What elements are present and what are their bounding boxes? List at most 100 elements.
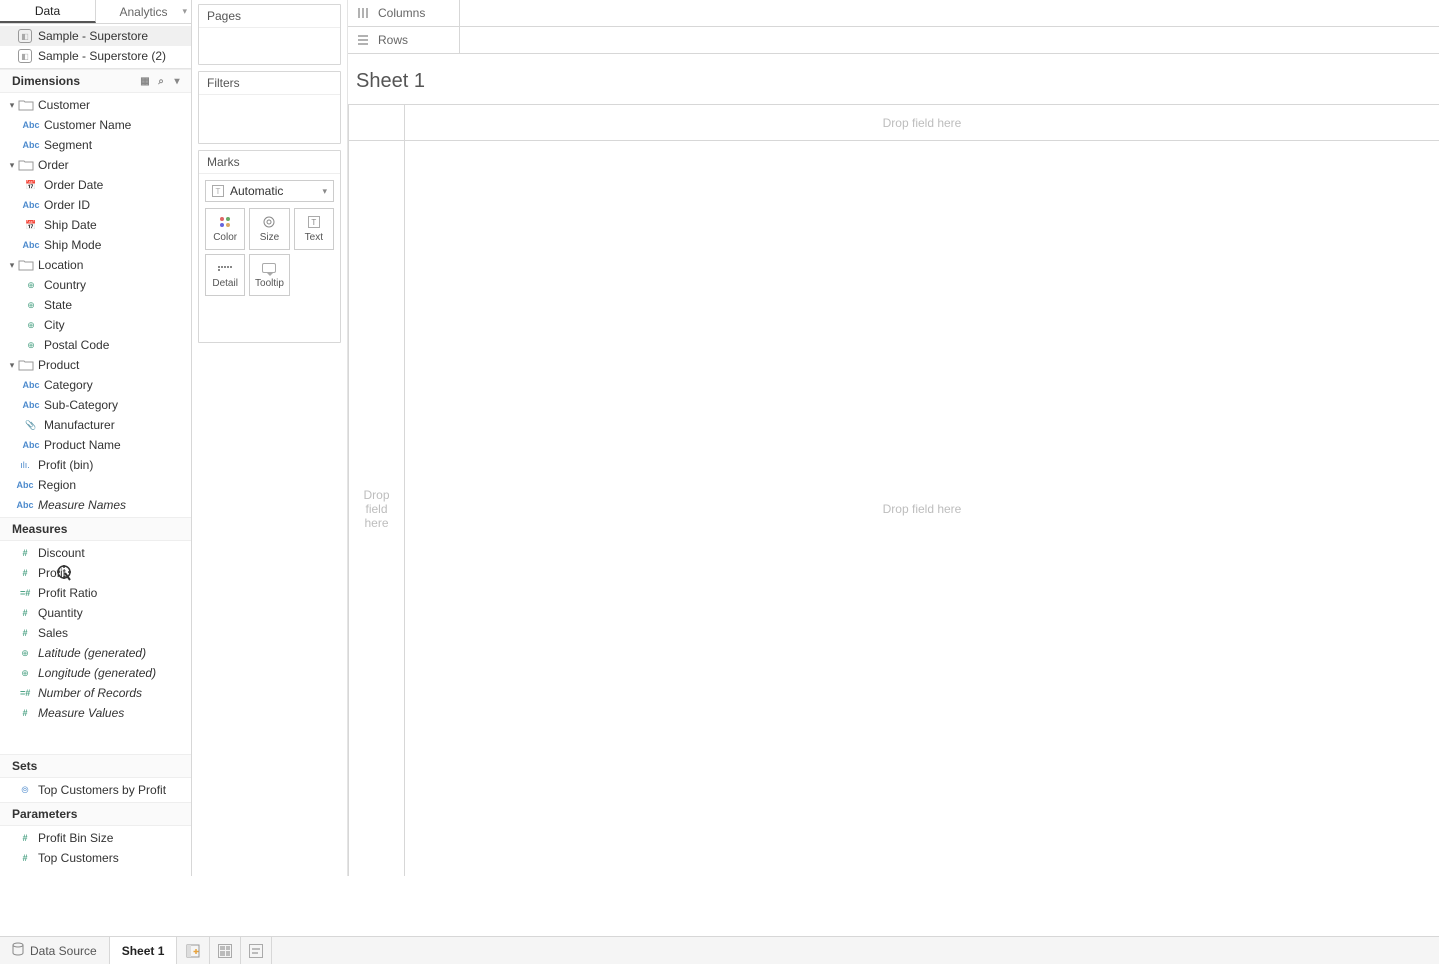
filters-card[interactable]: Filters bbox=[198, 71, 341, 144]
tab-data[interactable]: Data bbox=[0, 0, 96, 23]
field-label: City bbox=[44, 318, 65, 332]
chevron-down-icon[interactable]: ▾ bbox=[169, 76, 185, 87]
field-postal-code[interactable]: ⊕Postal Code bbox=[0, 335, 191, 355]
datasource-item[interactable]: ◧ Sample - Superstore (2) bbox=[0, 46, 191, 66]
abc-icon: Abc bbox=[18, 400, 44, 410]
field-profit-bin[interactable]: ılı.Profit (bin) bbox=[0, 455, 191, 475]
view-row-header-drop[interactable]: Drop field here bbox=[349, 141, 405, 876]
marks-detail-button[interactable]: Detail bbox=[205, 254, 245, 296]
new-story-button[interactable] bbox=[241, 937, 272, 964]
folder-location[interactable]: ▾ Location bbox=[0, 255, 191, 275]
datasource-item[interactable]: ◧ Sample - Superstore bbox=[0, 26, 191, 46]
new-worksheet-icon bbox=[185, 943, 201, 959]
marks-type-dropdown[interactable]: T Automatic ▾ bbox=[205, 180, 334, 202]
tab-sheet-1-label: Sheet 1 bbox=[122, 944, 165, 958]
filters-drop[interactable] bbox=[199, 95, 340, 143]
collapse-icon[interactable]: ▾ bbox=[6, 360, 18, 371]
abc-icon: Abc bbox=[12, 500, 38, 510]
field-profit-ratio[interactable]: =#Profit Ratio bbox=[0, 583, 191, 603]
field-label: Ship Date bbox=[44, 218, 97, 232]
field-state[interactable]: ⊕State bbox=[0, 295, 191, 315]
folder-label: Customer bbox=[38, 98, 90, 112]
sheet-title[interactable]: Sheet 1 bbox=[356, 70, 425, 93]
view-column-header-drop[interactable]: Drop field here bbox=[405, 105, 1439, 141]
rows-shelf-handle: Rows bbox=[348, 27, 460, 53]
field-country[interactable]: ⊕Country bbox=[0, 275, 191, 295]
field-category[interactable]: AbcCategory bbox=[0, 375, 191, 395]
field-top-customers-by-profit[interactable]: ⦾Top Customers by Profit bbox=[0, 780, 191, 800]
number-calc-icon: =# bbox=[12, 588, 38, 598]
measures-header: Measures bbox=[0, 517, 191, 541]
marks-color-label: Color bbox=[213, 232, 237, 243]
field-latitude[interactable]: ⊕Latitude (generated) bbox=[0, 643, 191, 663]
columns-shelf[interactable]: Columns bbox=[348, 0, 1439, 27]
view-grid-icon[interactable]: ▦ bbox=[137, 76, 153, 87]
color-icon bbox=[218, 215, 232, 229]
field-order-date[interactable]: 📅Order Date bbox=[0, 175, 191, 195]
field-product-name[interactable]: AbcProduct Name bbox=[0, 435, 191, 455]
rows-shelf[interactable]: Rows bbox=[348, 26, 1439, 54]
field-ship-date[interactable]: 📅Ship Date bbox=[0, 215, 191, 235]
field-manufacturer[interactable]: 📎Manufacturer bbox=[0, 415, 191, 435]
folder-order[interactable]: ▾ Order bbox=[0, 155, 191, 175]
field-ship-mode[interactable]: AbcShip Mode bbox=[0, 235, 191, 255]
field-label: Ship Mode bbox=[44, 238, 101, 252]
dimensions-header-label: Dimensions bbox=[12, 74, 80, 88]
pages-card[interactable]: Pages bbox=[198, 4, 341, 65]
abc-icon: Abc bbox=[12, 480, 38, 490]
folder-product[interactable]: ▾ Product bbox=[0, 355, 191, 375]
tab-data-label: Data bbox=[35, 4, 60, 18]
field-label: Top Customers by Profit bbox=[38, 783, 166, 797]
text-icon: T bbox=[308, 215, 320, 229]
new-story-icon bbox=[249, 944, 263, 958]
field-quantity[interactable]: #Quantity bbox=[0, 603, 191, 623]
set-icon: ⦾ bbox=[12, 785, 38, 796]
field-measure-names[interactable]: AbcMeasure Names bbox=[0, 495, 191, 515]
number-icon: # bbox=[12, 608, 38, 618]
view-body-drop[interactable]: Drop field here bbox=[405, 141, 1439, 876]
new-worksheet-button[interactable] bbox=[177, 937, 210, 964]
field-discount[interactable]: #Discount bbox=[0, 543, 191, 563]
field-longitude[interactable]: ⊕Longitude (generated) bbox=[0, 663, 191, 683]
shelves-area: Columns Rows bbox=[348, 0, 1439, 54]
pages-drop[interactable] bbox=[199, 28, 340, 64]
field-segment[interactable]: AbcSegment bbox=[0, 135, 191, 155]
data-panel-tabs: Data Analytics ▾ bbox=[0, 0, 191, 24]
marks-drop-area[interactable] bbox=[205, 296, 334, 336]
view-canvas[interactable]: Drop field here Drop field here Drop fie… bbox=[348, 104, 1439, 876]
marks-color-button[interactable]: Color bbox=[205, 208, 245, 250]
tooltip-icon bbox=[262, 261, 276, 275]
field-profit[interactable]: #Profit bbox=[0, 563, 191, 583]
chevron-down-icon[interactable]: ▾ bbox=[182, 6, 187, 17]
collapse-icon[interactable]: ▾ bbox=[6, 100, 18, 111]
datasource-icon: ◧ bbox=[18, 29, 32, 43]
search-icon[interactable]: ⌕ bbox=[153, 76, 169, 87]
marks-size-button[interactable]: Size bbox=[249, 208, 289, 250]
field-top-customers[interactable]: #Top Customers bbox=[0, 848, 191, 868]
field-customer-name[interactable]: AbcCustomer Name bbox=[0, 115, 191, 135]
tab-sheet-1[interactable]: Sheet 1 bbox=[110, 937, 178, 964]
folder-label: Order bbox=[38, 158, 69, 172]
columns-shelf-handle: Columns bbox=[348, 0, 460, 26]
field-region[interactable]: AbcRegion bbox=[0, 475, 191, 495]
field-order-id[interactable]: AbcOrder ID bbox=[0, 195, 191, 215]
marks-buttons-grid: Color Size T Text Detail bbox=[205, 208, 334, 296]
marks-text-button[interactable]: T Text bbox=[294, 208, 334, 250]
field-city[interactable]: ⊕City bbox=[0, 315, 191, 335]
field-label: Discount bbox=[38, 546, 85, 560]
folder-label: Location bbox=[38, 258, 83, 272]
field-sub-category[interactable]: AbcSub-Category bbox=[0, 395, 191, 415]
marks-tooltip-button[interactable]: Tooltip bbox=[249, 254, 289, 296]
new-dashboard-button[interactable] bbox=[210, 937, 241, 964]
field-sales[interactable]: #Sales bbox=[0, 623, 191, 643]
folder-customer[interactable]: ▾ Customer bbox=[0, 95, 191, 115]
tab-data-source[interactable]: Data Source bbox=[0, 937, 110, 964]
field-label: Longitude (generated) bbox=[38, 666, 156, 680]
folder-label: Product bbox=[38, 358, 79, 372]
tab-analytics[interactable]: Analytics ▾ bbox=[96, 0, 191, 23]
collapse-icon[interactable]: ▾ bbox=[6, 160, 18, 171]
field-measure-values[interactable]: #Measure Values bbox=[0, 703, 191, 723]
collapse-icon[interactable]: ▾ bbox=[6, 260, 18, 271]
field-profit-bin-size[interactable]: #Profit Bin Size bbox=[0, 828, 191, 848]
field-number-of-records[interactable]: =#Number of Records bbox=[0, 683, 191, 703]
